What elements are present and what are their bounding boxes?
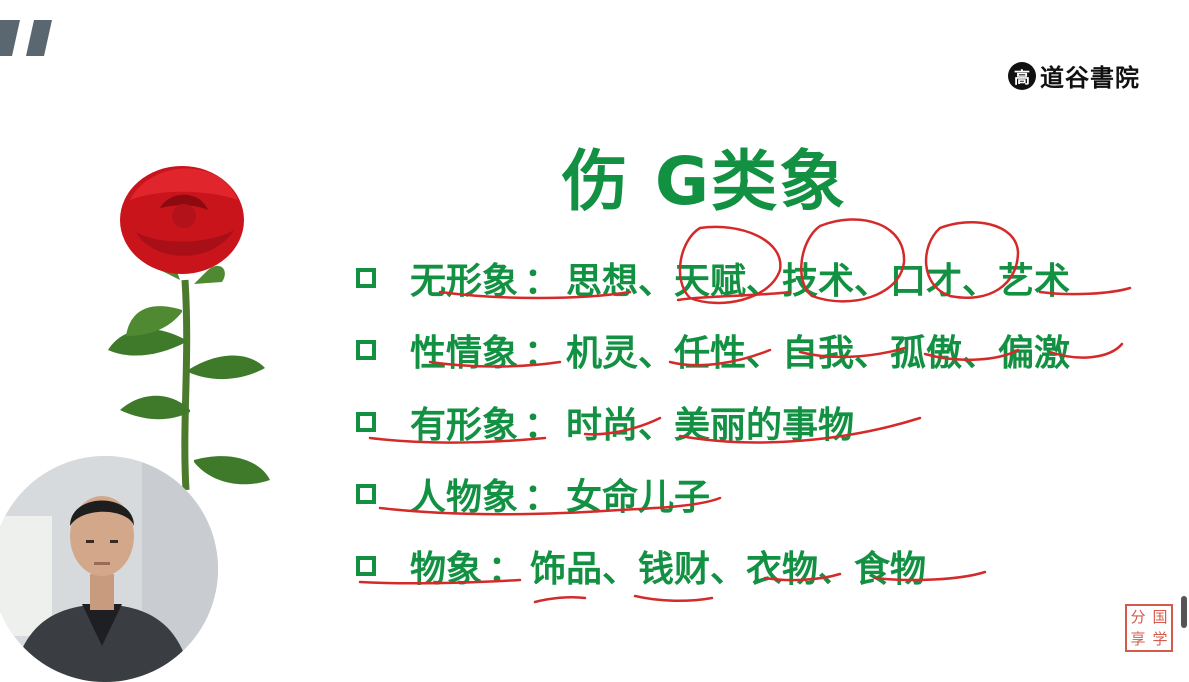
corner-slash-decoration <box>0 20 52 56</box>
checkbox-bullet-icon <box>356 268 376 288</box>
item-colon: ： <box>524 261 561 302</box>
seal-stamp: 分 国 享 学 <box>1125 604 1173 652</box>
presenter-video-frame <box>0 456 218 682</box>
item-colon: ： <box>524 333 561 374</box>
stamp-char: 分 <box>1130 608 1146 626</box>
stamp-char: 享 <box>1130 630 1146 648</box>
item-text: 时尚、美丽的事物 <box>566 405 855 446</box>
list-item: 有形象 ： 时尚、美丽的事物 <box>356 386 1070 458</box>
item-colon: ： <box>524 405 561 446</box>
item-label: 有形象 <box>410 405 519 446</box>
checkbox-bullet-icon <box>356 340 376 360</box>
brand-logo: 高 道谷書院 <box>1008 58 1140 93</box>
slide-bullet-list: 无形象 ： 思想、天赋、技术、口才、艺术 性情象 ： 机灵、任性、自我、孤傲、偏… <box>356 242 1070 602</box>
item-text: 女命儿子 <box>566 477 711 518</box>
item-colon: ： <box>488 549 525 590</box>
scrollbar-thumb[interactable] <box>1181 596 1187 628</box>
item-text: 思想、天赋、技术、口才、艺术 <box>566 261 1071 302</box>
list-item: 无形象 ： 思想、天赋、技术、口才、艺术 <box>356 242 1070 314</box>
item-label: 无形象 <box>410 261 519 302</box>
item-label: 性情象 <box>410 333 519 374</box>
item-text: 饰品、钱财、衣物、食物 <box>530 549 927 590</box>
brand-name: 道谷書院 <box>1040 63 1140 92</box>
presenter-webcam <box>0 456 218 682</box>
item-text: 机灵、任性、自我、孤傲、偏激 <box>566 333 1071 374</box>
checkbox-bullet-icon <box>356 484 376 504</box>
checkbox-bullet-icon <box>356 412 376 432</box>
list-item: 人物象 ： 女命儿子 <box>356 458 1070 530</box>
stamp-char: 国 <box>1152 608 1168 626</box>
list-item: 物象 ： 饰品、钱财、衣物、食物 <box>356 530 1070 602</box>
list-item: 性情象 ： 机灵、任性、自我、孤傲、偏激 <box>356 314 1070 386</box>
item-label: 物象 <box>410 549 483 590</box>
brand-seal-icon: 高 <box>1008 61 1036 90</box>
item-colon: ： <box>524 477 561 518</box>
item-label: 人物象 <box>410 477 519 518</box>
stamp-char: 学 <box>1152 630 1168 648</box>
checkbox-bullet-icon <box>356 556 376 576</box>
